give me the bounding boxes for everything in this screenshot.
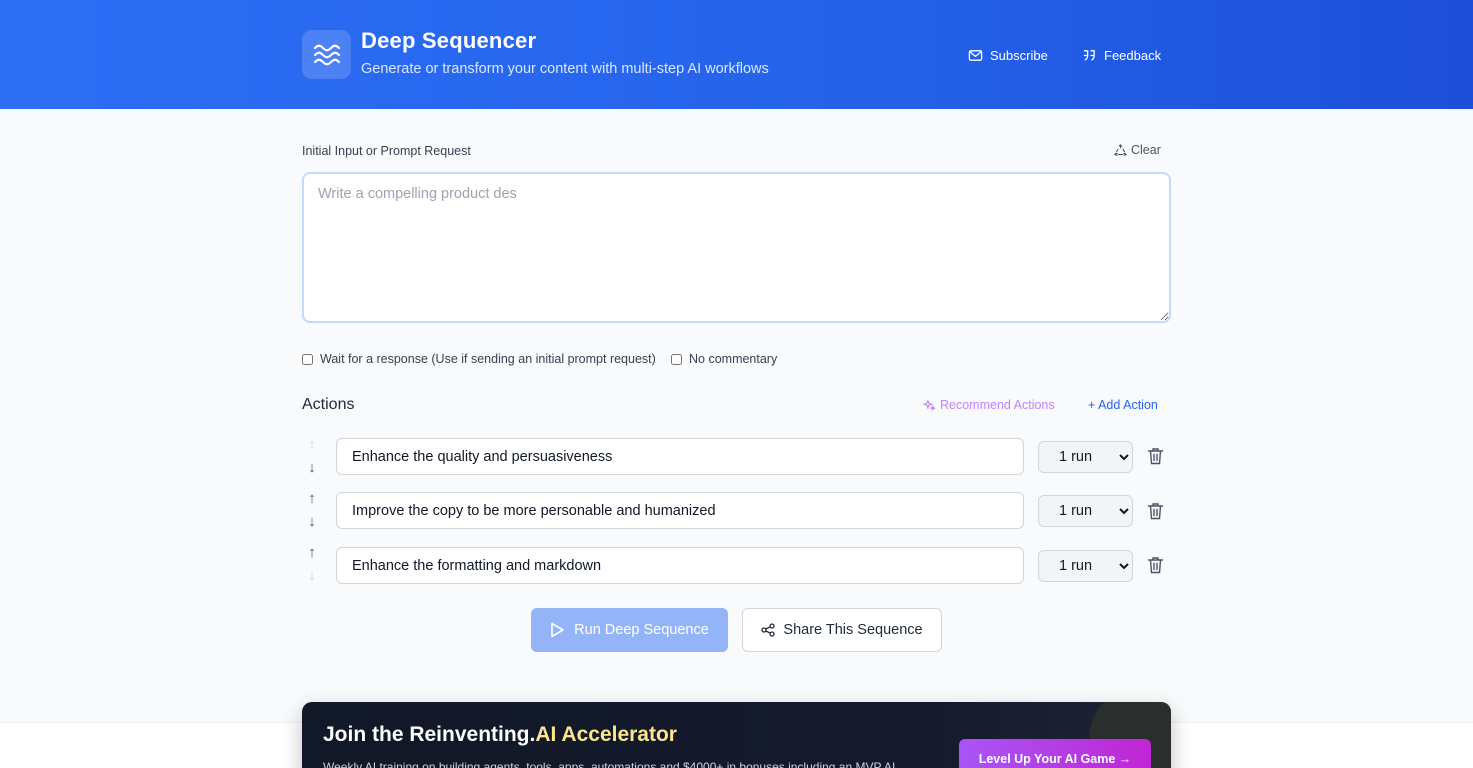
run-count-select[interactable]: 1 run (1038, 441, 1133, 473)
quote-icon (1083, 49, 1095, 61)
recommend-actions-button[interactable]: Recommend Actions (923, 398, 1055, 412)
run-count-select[interactable]: 1 run (1038, 495, 1133, 527)
move-down-arrow[interactable]: ↓ (305, 568, 319, 584)
app-title: Deep Sequencer (361, 28, 537, 53)
mail-icon (968, 49, 983, 61)
action-input[interactable] (336, 547, 1024, 584)
run-sequence-button[interactable]: Run Deep Sequence (531, 608, 728, 652)
trash-icon[interactable] (1147, 556, 1164, 574)
move-down-arrow[interactable]: ↓ (305, 514, 319, 530)
run-count-select[interactable]: 1 run (1038, 550, 1133, 582)
recycle-icon (1114, 143, 1127, 156)
promo-title-prefix: Join the Reinventing. (323, 723, 536, 746)
play-icon (551, 622, 564, 638)
prompt-textarea[interactable] (302, 172, 1171, 323)
clear-label: Clear (1131, 143, 1161, 157)
promo-text: Weekly AI training on building agents, t… (323, 760, 896, 768)
share-sequence-button[interactable]: Share This Sequence (742, 608, 942, 652)
action-input[interactable] (336, 438, 1024, 475)
share-sequence-label: Share This Sequence (783, 622, 923, 638)
no-commentary-option[interactable]: No commentary (671, 352, 777, 366)
move-up-arrow[interactable]: ↑ (305, 437, 319, 453)
action-input[interactable] (336, 492, 1024, 529)
promo-title-accent: AI Accelerator (535, 723, 677, 746)
move-up-arrow[interactable]: ↑ (305, 545, 319, 561)
subscribe-link[interactable]: Subscribe (968, 46, 1048, 64)
accelerator-promo: Join the Reinventing.AI Accelerator Week… (302, 702, 1171, 768)
run-sequence-label: Run Deep Sequence (574, 622, 709, 638)
add-action-button[interactable]: + Add Action (1088, 398, 1158, 412)
no-commentary-checkbox[interactable] (671, 353, 682, 365)
app-header: Deep Sequencer Generate or transform you… (0, 0, 1473, 109)
feedback-label: Feedback (1104, 47, 1162, 63)
sparkles-icon (923, 398, 936, 411)
promo-title: Join the Reinventing.AI Accelerator (323, 723, 677, 747)
app-subtitle: Generate or transform your content with … (361, 61, 769, 77)
move-down-arrow[interactable]: ↓ (305, 460, 319, 476)
clear-button[interactable]: Clear (1114, 143, 1161, 157)
wait-response-option[interactable]: Wait for a response (Use if sending an i… (302, 352, 656, 366)
move-up-arrow[interactable]: ↑ (305, 491, 319, 507)
trash-icon[interactable] (1147, 447, 1164, 465)
recommend-actions-label: Recommend Actions (940, 398, 1055, 412)
wait-response-checkbox[interactable] (302, 353, 313, 365)
trash-icon[interactable] (1147, 502, 1164, 520)
actions-title: Actions (302, 396, 355, 413)
subscribe-label: Subscribe (990, 47, 1048, 63)
feedback-link[interactable]: Feedback (1082, 46, 1161, 64)
no-commentary-label: No commentary (689, 352, 778, 366)
waves-icon (313, 44, 340, 65)
wait-response-label: Wait for a response (Use if sending an i… (320, 352, 656, 366)
share-icon (761, 623, 776, 637)
level-up-button[interactable]: Level Up Your AI Game → (959, 739, 1151, 768)
app-logo (302, 30, 351, 79)
input-label: Initial Input or Prompt Request (302, 144, 471, 158)
